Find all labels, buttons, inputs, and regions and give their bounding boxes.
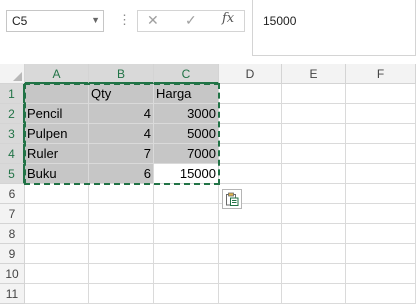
cell-a3[interactable]: Pulpen (25, 124, 89, 144)
cell-f5[interactable] (346, 164, 416, 184)
cell-d3[interactable] (219, 124, 282, 144)
cell-d8[interactable] (219, 224, 282, 244)
cell-a9[interactable] (25, 244, 89, 264)
formula-bar-area: C5 ▼ ⋮ ✕ ✓ fx 15000 (0, 0, 416, 64)
cell-c6[interactable] (154, 184, 219, 204)
cell-e10[interactable] (282, 264, 346, 284)
column-header-e[interactable]: E (282, 64, 346, 84)
cell-c1[interactable]: Harga (154, 84, 219, 104)
cell-e4[interactable] (282, 144, 346, 164)
cell-c11[interactable] (154, 284, 219, 304)
cell-f8[interactable] (346, 224, 416, 244)
row-header-6[interactable]: 6 (0, 184, 25, 204)
cell-a10[interactable] (25, 264, 89, 284)
chevron-down-icon[interactable]: ▼ (91, 15, 100, 25)
row-header-8[interactable]: 8 (0, 224, 25, 244)
cell-d5[interactable] (219, 164, 282, 184)
cell-e6[interactable] (282, 184, 346, 204)
column-header-f[interactable]: F (346, 64, 416, 84)
cell-d11[interactable] (219, 284, 282, 304)
column-header-c[interactable]: C (154, 64, 219, 84)
cell-a7[interactable] (25, 204, 89, 224)
cell-c4[interactable]: 7000 (154, 144, 219, 164)
cell-e9[interactable] (282, 244, 346, 264)
cell-e8[interactable] (282, 224, 346, 244)
cell-f11[interactable] (346, 284, 416, 304)
cell-f9[interactable] (346, 244, 416, 264)
column-header-d[interactable]: D (219, 64, 282, 84)
row-header-1[interactable]: 1 (0, 84, 25, 104)
cell-f4[interactable] (346, 144, 416, 164)
cell-a8[interactable] (25, 224, 89, 244)
name-box[interactable]: C5 ▼ (6, 10, 104, 32)
row-header-3[interactable]: 3 (0, 124, 25, 144)
cell-b8[interactable] (89, 224, 154, 244)
cell-c8[interactable] (154, 224, 219, 244)
cell-c2[interactable]: 3000 (154, 104, 219, 124)
cell-f6[interactable] (346, 184, 416, 204)
cell-e2[interactable] (282, 104, 346, 124)
cell-b5[interactable]: 6 (89, 164, 154, 184)
paste-options-icon (226, 192, 239, 206)
cell-f1[interactable] (346, 84, 416, 104)
cell-b10[interactable] (89, 264, 154, 284)
cell-a6[interactable] (25, 184, 89, 204)
insert-function-icon[interactable]: fx (222, 11, 234, 26)
row-header-5[interactable]: 5 (0, 164, 25, 184)
select-all-triangle-icon (13, 72, 22, 81)
row-header-11[interactable]: 11 (0, 284, 25, 304)
cell-b4[interactable]: 7 (89, 144, 154, 164)
cell-f7[interactable] (346, 204, 416, 224)
cell-e1[interactable] (282, 84, 346, 104)
cell-b2[interactable]: 4 (89, 104, 154, 124)
formula-input[interactable]: 15000 (252, 0, 416, 56)
cell-a5[interactable]: Buku (25, 164, 89, 184)
cell-d2[interactable] (219, 104, 282, 124)
cell-a1[interactable] (25, 84, 89, 104)
cell-d9[interactable] (219, 244, 282, 264)
cell-b7[interactable] (89, 204, 154, 224)
cell-c9[interactable] (154, 244, 219, 264)
cell-b1[interactable]: Qty (89, 84, 154, 104)
cell-e3[interactable] (282, 124, 346, 144)
name-box-value: C5 (12, 14, 28, 28)
row-header-9[interactable]: 9 (0, 244, 25, 264)
cell-e5[interactable] (282, 164, 346, 184)
row-header-2[interactable]: 2 (0, 104, 25, 124)
cell-d1[interactable] (219, 84, 282, 104)
row-header-4[interactable]: 4 (0, 144, 25, 164)
cell-b3[interactable]: 4 (89, 124, 154, 144)
cell-f2[interactable] (346, 104, 416, 124)
select-all-button[interactable] (0, 64, 25, 84)
formula-value: 15000 (263, 14, 297, 28)
cell-b6[interactable] (89, 184, 154, 204)
cell-f10[interactable] (346, 264, 416, 284)
paste-options-button[interactable] (222, 189, 242, 209)
cell-c5[interactable]: 15000 (154, 164, 219, 184)
cancel-icon[interactable]: ✕ (147, 12, 159, 29)
cell-e7[interactable] (282, 204, 346, 224)
column-header-a[interactable]: A (25, 64, 89, 84)
check-icon[interactable]: ✓ (185, 12, 197, 29)
cell-a2[interactable]: Pencil (25, 104, 89, 124)
cell-c7[interactable] (154, 204, 219, 224)
cell-b11[interactable] (89, 284, 154, 304)
cell-a11[interactable] (25, 284, 89, 304)
cell-d10[interactable] (219, 264, 282, 284)
row-header-7[interactable]: 7 (0, 204, 25, 224)
cell-a4[interactable]: Ruler (25, 144, 89, 164)
drag-handle-icon[interactable]: ⋮ (118, 12, 131, 28)
cell-d4[interactable] (219, 144, 282, 164)
cell-c10[interactable] (154, 264, 219, 284)
row-header-10[interactable]: 10 (0, 264, 25, 284)
cell-f3[interactable] (346, 124, 416, 144)
cell-e11[interactable] (282, 284, 346, 304)
cell-b9[interactable] (89, 244, 154, 264)
cell-c3[interactable]: 5000 (154, 124, 219, 144)
column-header-b[interactable]: B (89, 64, 154, 84)
